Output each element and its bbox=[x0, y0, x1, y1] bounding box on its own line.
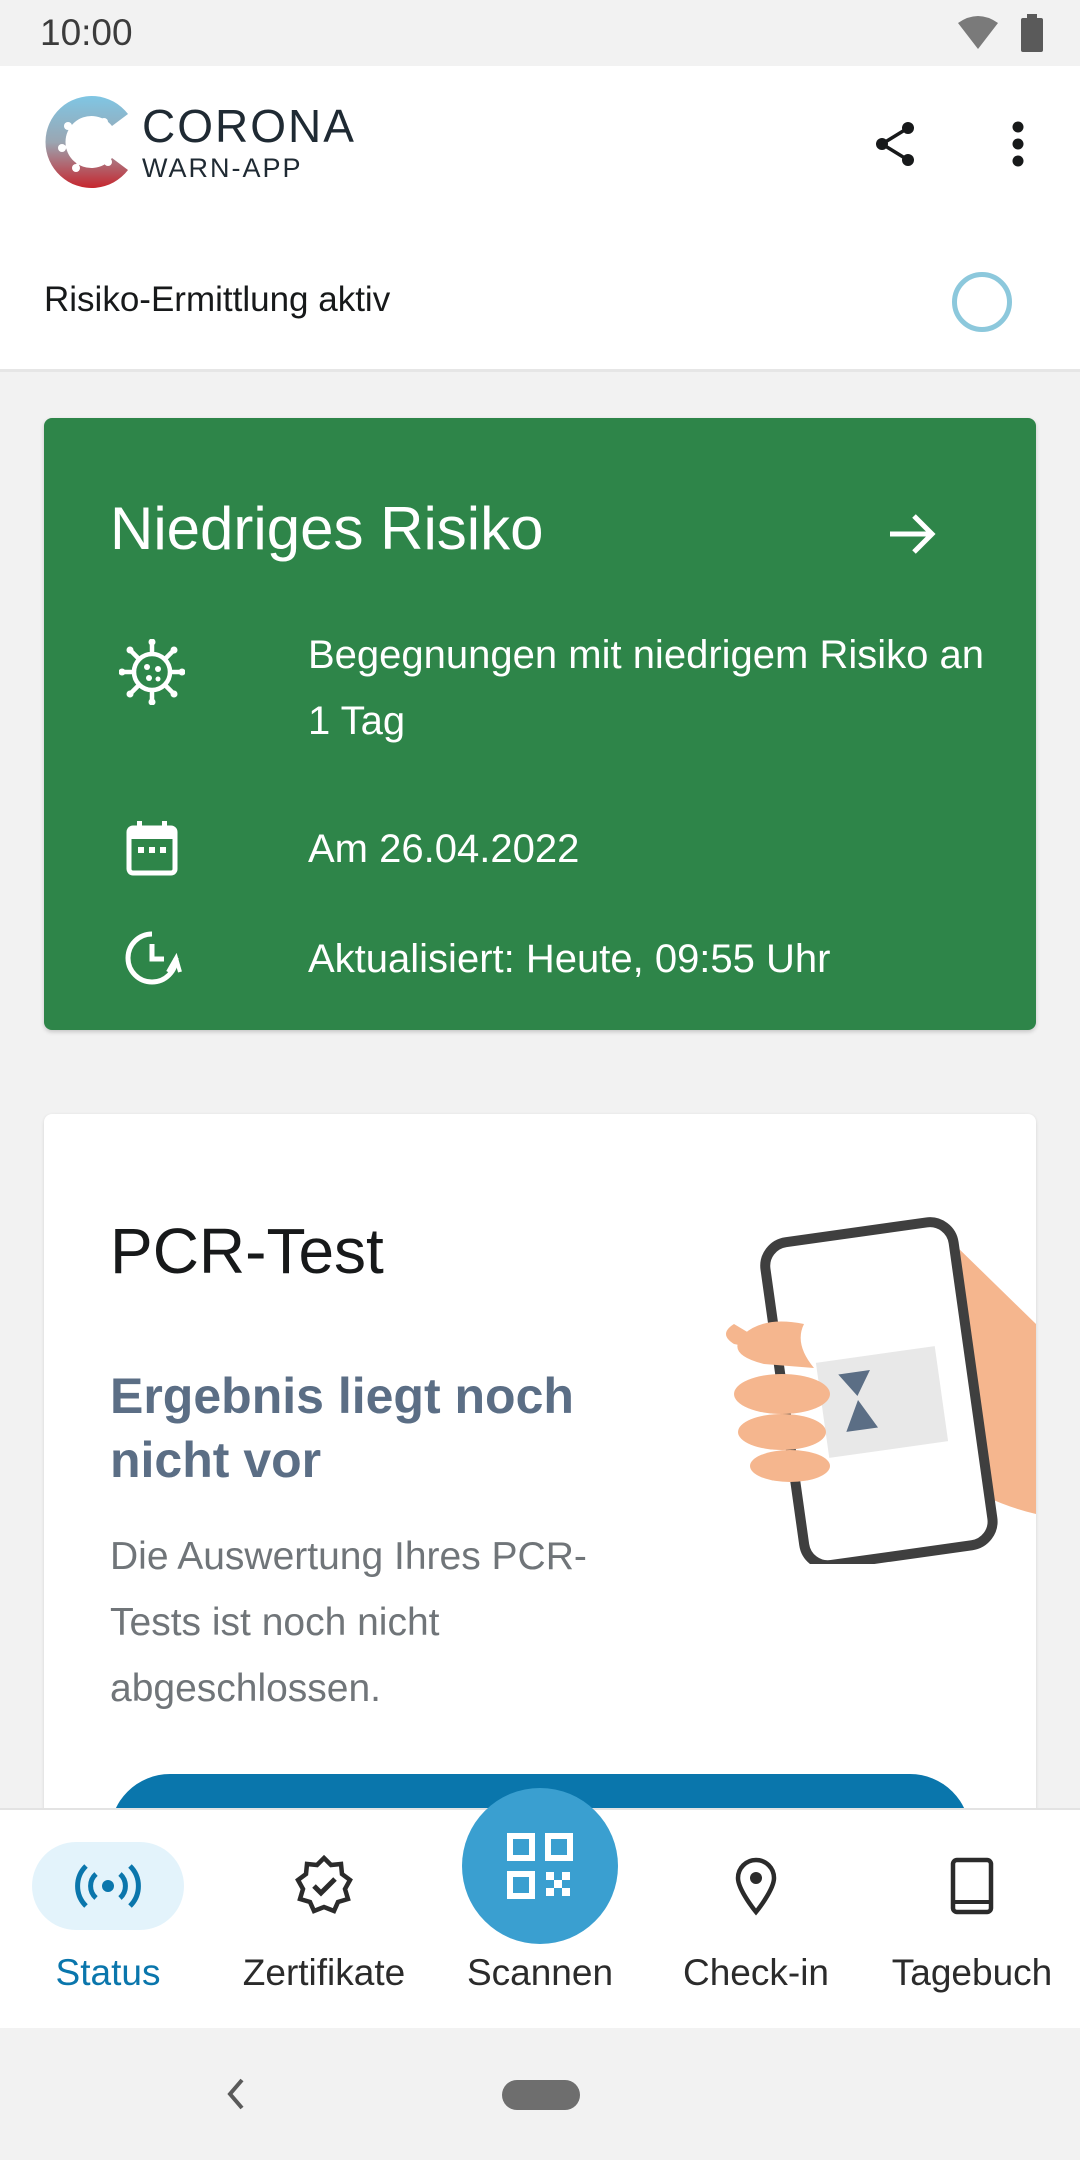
calendar-icon bbox=[126, 821, 178, 876]
certificate-badge-icon bbox=[295, 1854, 353, 1914]
nav-label-check-in: Check-in bbox=[683, 1952, 829, 1993]
qr-code-icon bbox=[507, 1833, 573, 1899]
nav-item-check-in[interactable]: Check-in bbox=[648, 1810, 864, 2030]
overflow-menu-button[interactable] bbox=[988, 114, 1048, 174]
nav-item-diary[interactable]: Tagebuch bbox=[864, 1810, 1080, 2030]
risk-card[interactable]: Niedriges Risiko Begegnungen mit niedrig… bbox=[44, 418, 1036, 1030]
main-content[interactable]: Niedriges Risiko Begegnungen mit niedrig… bbox=[0, 374, 1080, 1808]
clock-refresh-icon bbox=[125, 931, 182, 985]
book-icon bbox=[950, 1857, 994, 1915]
risk-tracing-label: Risiko-Ermittlung aktiv bbox=[44, 280, 391, 319]
back-chevron-icon[interactable] bbox=[218, 2070, 254, 2118]
share-icon bbox=[876, 122, 914, 166]
nav-item-certificates[interactable]: Zertifikate bbox=[216, 1810, 432, 2030]
scan-fab-button[interactable] bbox=[462, 1788, 618, 1944]
phone-hourglass-illustration bbox=[726, 1217, 1036, 1564]
risk-date-text: Am 26.04.2022 bbox=[308, 827, 580, 871]
system-icons bbox=[956, 14, 1044, 52]
broadcast-icon bbox=[75, 1864, 141, 1908]
status-time: 10:00 bbox=[40, 12, 133, 53]
nav-label-certificates: Zertifikate bbox=[242, 1952, 406, 1993]
risk-updated-row: Aktualisiert: Heute, 09:55 Uhr bbox=[110, 916, 830, 1000]
arrow-right-icon bbox=[890, 514, 936, 554]
bottom-navigation: Status Zertifikate Scannen Check-in Tage… bbox=[0, 1788, 1080, 2030]
system-navigation-bar bbox=[0, 2028, 1080, 2160]
battery-icon bbox=[1021, 14, 1043, 52]
test-title: PCR-Test bbox=[110, 1215, 384, 1287]
risk-encounters-row: Begegnungen mit niedrigem Risiko an 1 Ta… bbox=[110, 633, 984, 743]
risk-title: Niedriges Risiko bbox=[110, 495, 544, 562]
risk-date-row: Am 26.04.2022 bbox=[110, 806, 579, 890]
location-pin-icon bbox=[735, 1857, 777, 1916]
nav-label-status: Status bbox=[55, 1952, 161, 1993]
nav-label-diary: Tagebuch bbox=[891, 1952, 1053, 1993]
test-result-pending-title: Ergebnis liegt noch nicht vor bbox=[110, 1368, 574, 1488]
status-bar: 10:00 bbox=[0, 0, 1080, 66]
pcr-test-card[interactable]: PCR-Test Ergebnis liegt noch nicht vor D… bbox=[44, 1114, 1036, 1808]
test-result-pending-text: Die Auswertung Ihres PCR-Tests ist noch … bbox=[110, 1535, 587, 1710]
risk-tracing-status-row[interactable]: Risiko-Ermittlung aktiv bbox=[0, 236, 1080, 372]
risk-updated-text: Aktualisiert: Heute, 09:55 Uhr bbox=[308, 937, 831, 981]
wifi-icon bbox=[958, 16, 998, 49]
app-logo: CORONA WARN-APP bbox=[42, 92, 356, 192]
app-bar: CORONA WARN-APP bbox=[0, 66, 1080, 236]
virus-icon bbox=[119, 639, 185, 705]
nav-item-status[interactable]: Status bbox=[0, 1810, 216, 2030]
home-pill[interactable] bbox=[502, 2080, 580, 2110]
logo-subtitle: WARN-APP bbox=[142, 152, 303, 183]
nav-item-scan[interactable]: Scannen bbox=[432, 1788, 648, 2030]
tracing-progress-icon bbox=[952, 272, 1012, 332]
risk-encounters-text: Begegnungen mit niedrigem Risiko an 1 Ta… bbox=[308, 633, 984, 743]
logo-title: CORONA bbox=[142, 99, 356, 152]
corona-warn-app-logo-icon bbox=[45, 95, 129, 188]
nav-label-scan: Scannen bbox=[466, 1952, 614, 1993]
more-vertical-icon bbox=[1012, 121, 1024, 167]
share-button[interactable] bbox=[866, 114, 926, 174]
